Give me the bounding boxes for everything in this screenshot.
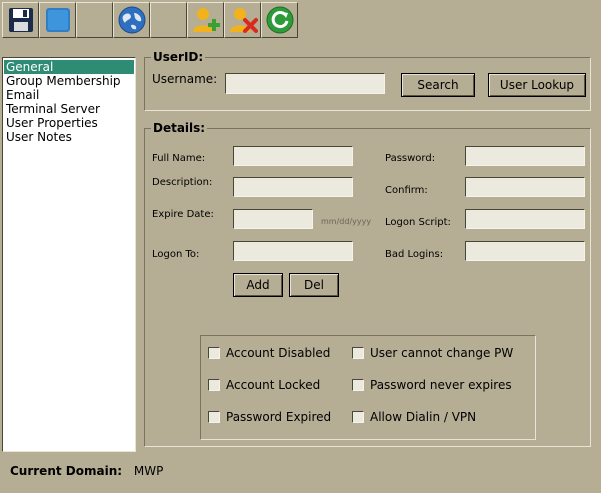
username-label: Username: — [152, 72, 218, 86]
expire-date-input[interactable] — [233, 209, 313, 229]
empty-toolbar-slot — [76, 2, 113, 38]
remove-user-button[interactable] — [224, 2, 261, 38]
date-format-hint: mm/dd/yyyy — [321, 217, 372, 226]
globe-icon — [118, 6, 145, 34]
add-button[interactable]: Add — [233, 273, 283, 297]
details-group-title: Details: — [151, 121, 208, 135]
confirm-label: Confirm: — [385, 185, 428, 196]
sidebar-item-user-notes[interactable]: User Notes — [4, 130, 134, 144]
password-input[interactable] — [465, 146, 585, 166]
userid-group: UserID: Username: Search User Lookup — [144, 50, 591, 111]
checkbox-box[interactable] — [208, 379, 220, 391]
password-label: Password: — [385, 153, 436, 164]
checkbox-label: Allow Dialin / VPN — [370, 410, 477, 424]
account-locked-checkbox[interactable]: Account Locked — [208, 378, 320, 392]
sidebar-item-group-membership[interactable]: Group Membership — [4, 74, 134, 88]
user-lookup-button[interactable]: User Lookup — [488, 73, 586, 97]
blank-document-icon — [45, 8, 70, 32]
username-input[interactable] — [225, 73, 385, 94]
current-domain-label: Current Domain: — [10, 464, 123, 478]
account-options-panel: Account Disabled Account Locked Password… — [200, 335, 536, 440]
logon-script-input[interactable] — [465, 209, 585, 229]
cannot-change-pw-checkbox[interactable]: User cannot change PW — [352, 346, 513, 360]
full-name-input[interactable] — [233, 146, 353, 166]
description-input[interactable] — [233, 177, 353, 197]
checkbox-box[interactable] — [208, 347, 220, 359]
checkbox-label: Password never expires — [370, 378, 512, 392]
checkbox-label: Password Expired — [226, 410, 332, 424]
refresh-button[interactable] — [261, 2, 298, 38]
save-button[interactable] — [2, 2, 39, 38]
bad-logins-label: Bad Logins: — [385, 249, 444, 260]
toolbar — [2, 2, 298, 38]
add-user-button[interactable] — [187, 2, 224, 38]
checkbox-box[interactable] — [352, 347, 364, 359]
search-button[interactable]: Search — [401, 73, 475, 97]
checkbox-label: User cannot change PW — [370, 346, 514, 360]
sidebar-list: General Group Membership Email Terminal … — [2, 57, 136, 452]
account-disabled-checkbox[interactable]: Account Disabled — [208, 346, 330, 360]
logon-script-label: Logon Script: — [385, 217, 451, 228]
checkbox-box[interactable] — [352, 379, 364, 391]
sidebar-item-terminal-server[interactable]: Terminal Server — [4, 102, 134, 116]
current-domain-value: MWP — [133, 464, 164, 478]
add-user-icon — [192, 8, 220, 32]
domain-button[interactable] — [113, 2, 150, 38]
remove-user-icon — [229, 8, 258, 33]
save-icon — [8, 8, 33, 32]
allow-dialin-checkbox[interactable]: Allow Dialin / VPN — [352, 410, 476, 424]
full-name-label: Full Name: — [152, 153, 206, 164]
logon-to-label: Logon To: — [152, 249, 200, 260]
new-document-button[interactable] — [39, 2, 76, 38]
logon-to-input[interactable] — [233, 241, 353, 261]
del-button[interactable]: Del — [289, 273, 339, 297]
checkbox-label: Account Locked — [226, 378, 321, 392]
empty-toolbar-slot — [150, 2, 187, 38]
password-never-expires-checkbox[interactable]: Password never expires — [352, 378, 512, 392]
sidebar-item-general[interactable]: General — [4, 60, 134, 74]
sidebar-item-email[interactable]: Email — [4, 88, 134, 102]
confirm-password-input[interactable] — [465, 177, 585, 197]
checkbox-label: Account Disabled — [226, 346, 331, 360]
bad-logins-input[interactable] — [465, 241, 585, 261]
refresh-icon — [266, 6, 293, 34]
checkbox-box[interactable] — [352, 411, 364, 423]
status-bar: Current Domain: MWP — [10, 464, 163, 478]
description-label: Description: — [152, 177, 213, 188]
sidebar-item-user-properties[interactable]: User Properties — [4, 116, 134, 130]
checkbox-box[interactable] — [208, 411, 220, 423]
expire-date-label: Expire Date: — [152, 209, 214, 220]
userid-group-title: UserID: — [151, 50, 206, 64]
password-expired-checkbox[interactable]: Password Expired — [208, 410, 331, 424]
